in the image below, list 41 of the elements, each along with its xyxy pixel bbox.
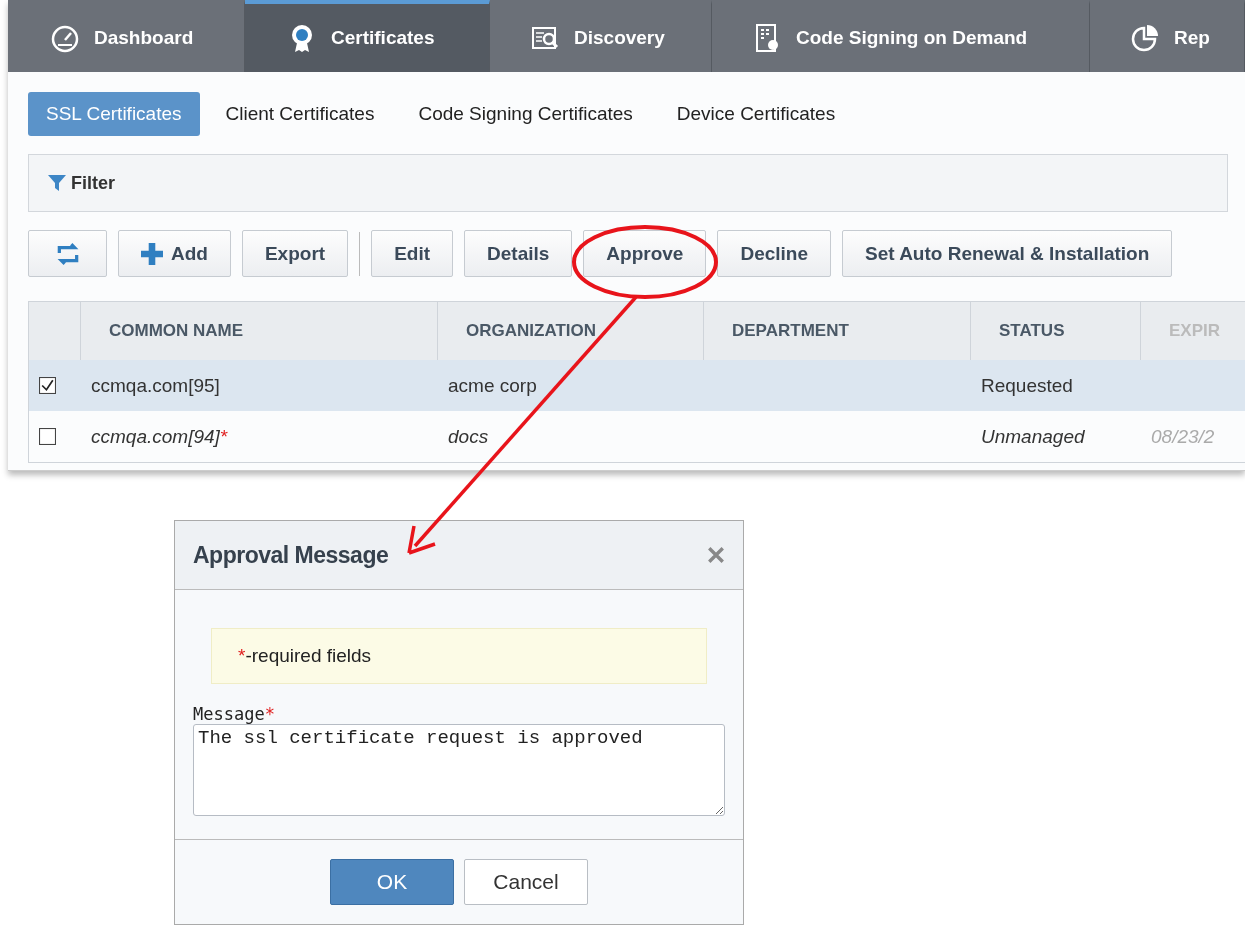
dialog-title: Approval Message	[193, 541, 389, 569]
filter-bar[interactable]: Filter	[28, 154, 1228, 212]
toolbar-button[interactable]: Approve	[583, 230, 707, 277]
funnel-icon	[47, 173, 67, 193]
required-marker: *	[264, 704, 275, 724]
sub-tab[interactable]: Device Certificates	[658, 92, 854, 136]
table-cell: acme corp	[448, 374, 537, 397]
table-cell: Unmanaged	[981, 425, 1085, 448]
table-cell: ccmqa.com[95]	[91, 374, 220, 397]
sub-tab[interactable]: Client Certificates	[207, 92, 393, 136]
ok-button[interactable]: OK	[330, 859, 454, 905]
pie-chart-icon	[1130, 23, 1160, 53]
refresh-button[interactable]	[28, 230, 107, 277]
filter-label: Filter	[71, 172, 115, 194]
toolbar-button[interactable]: Edit	[371, 230, 453, 277]
toolbar-button[interactable]: Export	[241, 230, 349, 277]
nav-tab[interactable]: Discovery	[490, 0, 712, 72]
cancel-button[interactable]: Cancel	[464, 859, 588, 905]
toolbar-button[interactable]: Details	[464, 230, 573, 277]
gauge-icon	[50, 23, 80, 53]
add-button[interactable]: Add	[118, 230, 231, 277]
table-cell: docs	[448, 425, 489, 448]
required-marker: *	[219, 425, 228, 448]
field-label: Message	[193, 704, 265, 724]
required-marker: *	[238, 645, 246, 667]
checkbox[interactable]	[39, 428, 56, 445]
toolbar-button[interactable]: Set Auto Renewal & Installation	[842, 230, 1173, 277]
notice-text: -required fields	[245, 645, 372, 667]
table-cell: Requested	[981, 374, 1073, 397]
table-row[interactable]: ccmqa.com[95] acme corp Requested	[29, 360, 1245, 411]
sub-tab[interactable]: Code Signing Certificates	[400, 92, 651, 136]
message-field[interactable]: The ssl certificate request is approved	[193, 724, 725, 816]
nav-tab[interactable]: Code Signing on Demand	[712, 0, 1090, 72]
toolbar-button[interactable]: Decline	[717, 230, 831, 277]
close-icon[interactable]	[707, 546, 725, 564]
checkbox[interactable]	[39, 377, 56, 394]
plus-icon	[141, 242, 163, 265]
table-cell: ccmqa.com[94]	[91, 425, 220, 448]
table-cell: 08/23/2	[1151, 425, 1215, 448]
nav-tab[interactable]: Certificates	[245, 0, 490, 72]
nav-tab[interactable]: Rep	[1090, 0, 1245, 72]
